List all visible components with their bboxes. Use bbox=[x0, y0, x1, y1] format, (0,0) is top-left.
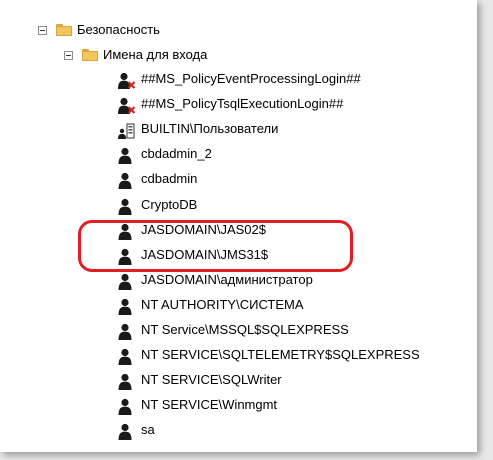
tree-node-login[interactable]: JASDOMAIN\администратор bbox=[141, 272, 313, 288]
tree-node-logins[interactable]: Имена для входа bbox=[103, 47, 207, 63]
tree-node-login[interactable]: NT SERVICE\SQLWriter bbox=[141, 372, 282, 388]
red-highlight-ellipse bbox=[78, 220, 353, 272]
tree-node-login[interactable]: CryptoDB bbox=[141, 197, 197, 213]
user-icon bbox=[118, 323, 136, 341]
user-icon bbox=[118, 273, 136, 291]
tree-node-login[interactable]: NT SERVICE\Winmgmt bbox=[141, 397, 277, 413]
user-icon bbox=[118, 147, 136, 165]
disabled-user-icon bbox=[118, 72, 136, 90]
tree-node-login[interactable]: NT SERVICE\SQLTELEMETRY$SQLEXPRESS bbox=[141, 347, 420, 363]
user-icon bbox=[118, 423, 136, 441]
tree-node-security[interactable]: Безопасность bbox=[77, 22, 160, 38]
security-folder-icon bbox=[56, 24, 72, 36]
tree-node-login[interactable]: BUILTIN\Пользователи bbox=[141, 121, 278, 137]
tree-node-login[interactable]: cdbadmin bbox=[141, 171, 197, 187]
user-icon bbox=[118, 172, 136, 190]
tree-node-login[interactable]: ##MS_PolicyEventProcessingLogin## bbox=[141, 71, 361, 87]
user-icon bbox=[118, 373, 136, 391]
tree-node-login[interactable]: sa bbox=[141, 422, 155, 438]
tree-node-next-folder[interactable]: Р bbox=[103, 450, 112, 452]
user-icon bbox=[118, 398, 136, 416]
disabled-user-icon bbox=[118, 97, 136, 115]
object-explorer-tree: Безопасность Имена для входа ##MS_Policy… bbox=[0, 0, 477, 452]
tree-node-login[interactable]: NT Service\MSSQL$SQLEXPRESS bbox=[141, 322, 349, 338]
group-icon bbox=[118, 122, 136, 140]
user-icon bbox=[118, 298, 136, 316]
collapse-logins-toggle[interactable] bbox=[64, 51, 73, 60]
collapse-security-toggle[interactable] bbox=[38, 26, 47, 35]
user-icon bbox=[118, 198, 136, 216]
tree-node-login[interactable]: cbdadmin_2 bbox=[141, 146, 212, 162]
tree-node-login[interactable]: ##MS_PolicyTsqlExecutionLogin## bbox=[141, 96, 343, 112]
user-icon bbox=[118, 348, 136, 366]
logins-folder-icon bbox=[82, 49, 98, 61]
tree-node-login[interactable]: NT AUTHORITY\СИСТЕМА bbox=[141, 297, 304, 313]
